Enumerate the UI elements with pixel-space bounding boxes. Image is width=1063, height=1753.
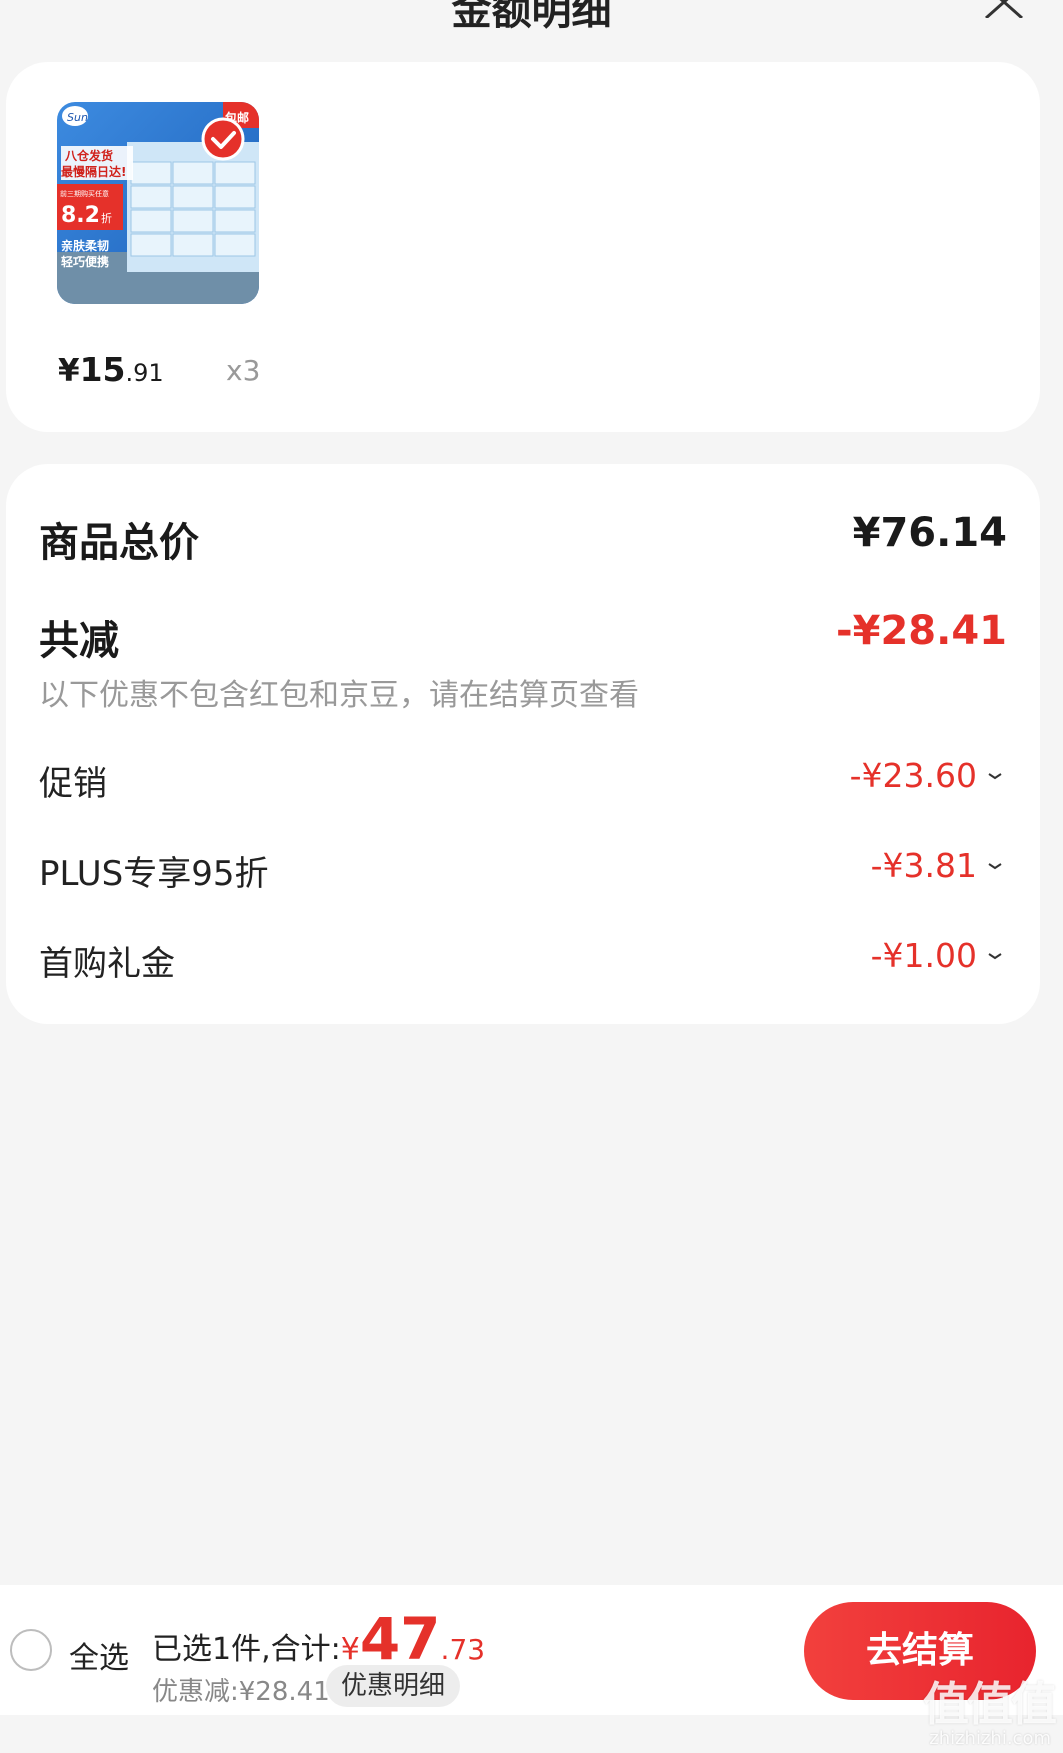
product-thumbnail[interactable]: Sun 八仓发货 最慢隔日达! 前三期购买任意 8.2 折 亲肤柔韧 轻巧便携 … xyxy=(57,102,259,304)
product-card: Sun 八仓发货 最慢隔日达! 前三期购买任意 8.2 折 亲肤柔韧 轻巧便携 … xyxy=(6,62,1040,432)
watermark-site: zhizhizhi.com xyxy=(929,1728,1051,1749)
sheet-header: 金额明细 xyxy=(0,0,1063,40)
price-detail-card: 商品总价 ¥76.14 共减 -¥28.41 以下优惠不包含红包和京豆，请在结算… xyxy=(6,464,1040,1024)
image-text-line1: 八仓发货 xyxy=(64,148,113,163)
discount-label: PLUS专享95折 xyxy=(39,854,269,894)
product-quantity: x3 xyxy=(226,354,261,387)
close-icon[interactable] xyxy=(983,0,1025,18)
discount-note: 以下优惠不包含红包和京豆，请在结算页查看 xyxy=(39,678,639,713)
image-discount: 8.2 xyxy=(61,203,100,228)
sheet-title: 金额明细 xyxy=(451,0,612,34)
select-all-checkbox[interactable] xyxy=(10,1629,52,1671)
discount-label: 首购礼金 xyxy=(39,944,175,984)
image-text-line4: 轻巧便携 xyxy=(61,254,109,269)
total-reduction-value: -¥28.41 xyxy=(836,608,1007,654)
total-reduction-label: 共减 xyxy=(39,618,119,664)
page: 金额明细 Sun 八仓发货 最慢隔日达! 前三期购买任意 8.2 折 亲肤柔韧 … xyxy=(0,0,1063,1753)
selected-count-text: 已选1件,合计: xyxy=(152,1632,341,1667)
discount-label: 促销 xyxy=(39,764,107,804)
watermark-logo: 值值值 xyxy=(923,1677,1057,1731)
product-price: ¥15.91 xyxy=(58,350,164,389)
image-discount-note: 前三期购买任意 xyxy=(60,189,109,198)
select-all-label[interactable]: 全选 xyxy=(69,1633,129,1677)
chevron-down-icon[interactable] xyxy=(983,854,1007,878)
selected-check-icon xyxy=(201,117,245,161)
price-decimal: .91 xyxy=(125,359,164,387)
total-integer: 47 xyxy=(359,1605,441,1673)
chevron-down-icon[interactable] xyxy=(983,764,1007,788)
total-currency: ¥ xyxy=(340,1632,360,1667)
bottom-spacer xyxy=(0,1715,1063,1753)
product-image: Sun 八仓发货 最慢隔日达! 前三期购买任意 8.2 折 亲肤柔韧 轻巧便携 … xyxy=(57,102,259,304)
total-price-value: ¥76.14 xyxy=(852,510,1007,556)
order-summary: 已选1件,合计:¥47.73 xyxy=(152,1605,485,1673)
saved-amount: 优惠减:¥28.41 xyxy=(152,1677,330,1707)
watermark: 值值值 zhizhizhi.com xyxy=(905,1668,1057,1750)
brand-logo: Sun xyxy=(67,111,88,124)
image-discount-unit: 折 xyxy=(101,211,112,225)
image-text-line2: 最慢隔日达! xyxy=(61,164,126,179)
chevron-down-icon[interactable] xyxy=(983,944,1007,968)
promo-detail-button[interactable]: 优惠明细 xyxy=(326,1665,460,1707)
checkout-bar: 全选 已选1件,合计:¥47.73 优惠减:¥28.41 优惠明细 去结算 xyxy=(0,1585,1063,1715)
price-integer: 15 xyxy=(79,350,126,389)
image-text-line3: 亲肤柔韧 xyxy=(61,238,109,253)
price-currency: ¥ xyxy=(58,353,80,389)
total-price-label: 商品总价 xyxy=(39,520,199,566)
total-decimal: .73 xyxy=(440,1633,486,1666)
